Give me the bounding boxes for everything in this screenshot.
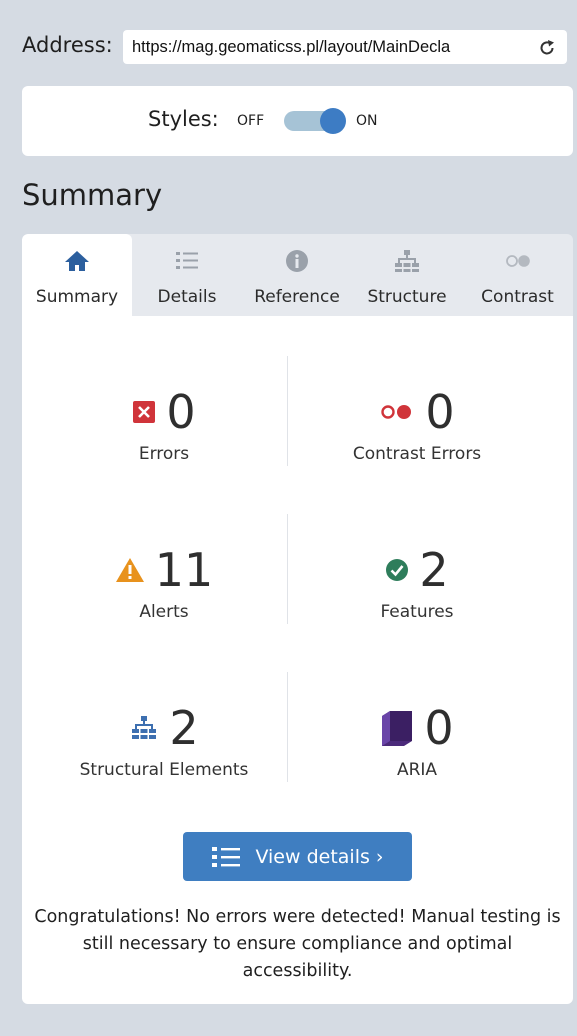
congratulations-message: Congratulations! No errors were detected… [34, 907, 561, 981]
tab-contrast[interactable]: Contrast [462, 234, 573, 316]
address-input[interactable]: https://mag.geomaticss.pl/layout/MainDec… [123, 30, 567, 64]
structure-icon [132, 716, 157, 739]
structural-elements-count: 2 [169, 701, 199, 755]
error-icon [133, 401, 156, 423]
styles-toggle[interactable] [284, 108, 346, 134]
feature-check-icon [386, 559, 409, 581]
address-label: Address: [22, 33, 113, 57]
hierarchy-icon [395, 250, 419, 272]
tab-reference[interactable]: Reference [242, 234, 352, 316]
styles-label: Styles: [148, 107, 219, 131]
styles-panel: Styles: OFF ON [22, 86, 573, 156]
tab-label: Details [157, 287, 217, 307]
tab-structure[interactable]: Structure [352, 234, 462, 316]
info-icon [286, 250, 308, 272]
divider [287, 514, 288, 624]
stat-aria[interactable]: 0 ARIA [297, 700, 537, 780]
alert-icon [115, 558, 144, 582]
divider [287, 672, 288, 782]
summary-panel: 0 Errors 0 Contrast Errors 11 Alerts 2 F… [22, 316, 573, 1004]
contrast-errors-label: Contrast Errors [352, 444, 482, 464]
alerts-label: Alerts [139, 602, 189, 622]
tab-label: Contrast [481, 287, 554, 307]
list-icon [212, 846, 241, 867]
tab-details[interactable]: Details [132, 234, 242, 316]
stat-structural-elements[interactable]: 2 Structural Elements [44, 700, 284, 780]
contrast-icon [505, 255, 530, 267]
reload-icon[interactable] [537, 38, 557, 58]
errors-count: 0 [166, 385, 196, 439]
view-details-label: View details › [255, 845, 384, 868]
divider [287, 356, 288, 466]
toggle-on-label: ON [356, 113, 378, 129]
address-bar: Address: https://mag.geomaticss.pl/layou… [22, 28, 577, 68]
view-details-button[interactable]: View details › [183, 832, 412, 881]
tab-bar: Summary Details Reference Structure Cont… [22, 234, 573, 316]
features-label: Features [380, 602, 454, 622]
aria-label: ARIA [396, 760, 438, 780]
structural-elements-label: Structural Elements [79, 760, 249, 780]
toggle-off-label: OFF [237, 113, 265, 129]
stat-features[interactable]: 2 Features [297, 542, 537, 622]
tab-summary[interactable]: Summary [22, 234, 132, 316]
stat-alerts[interactable]: 11 Alerts [44, 542, 284, 622]
alerts-count: 11 [154, 543, 214, 597]
errors-label: Errors [138, 444, 190, 464]
home-icon [65, 251, 89, 271]
list-icon [176, 252, 198, 269]
aria-count: 0 [424, 701, 454, 755]
tab-label: Structure [367, 287, 447, 307]
stat-contrast-errors[interactable]: 0 Contrast Errors [297, 384, 537, 464]
stat-errors[interactable]: 0 Errors [44, 384, 284, 464]
toggle-knob [320, 108, 346, 134]
contrast-error-icon [381, 405, 412, 419]
tab-label: Summary [35, 287, 119, 307]
aria-cube-icon [382, 711, 413, 746]
tab-label: Reference [254, 287, 340, 307]
section-title: Summary [22, 178, 163, 212]
address-url: https://mag.geomaticss.pl/layout/MainDec… [132, 38, 451, 56]
features-count: 2 [419, 543, 449, 597]
contrast-errors-count: 0 [425, 385, 455, 439]
